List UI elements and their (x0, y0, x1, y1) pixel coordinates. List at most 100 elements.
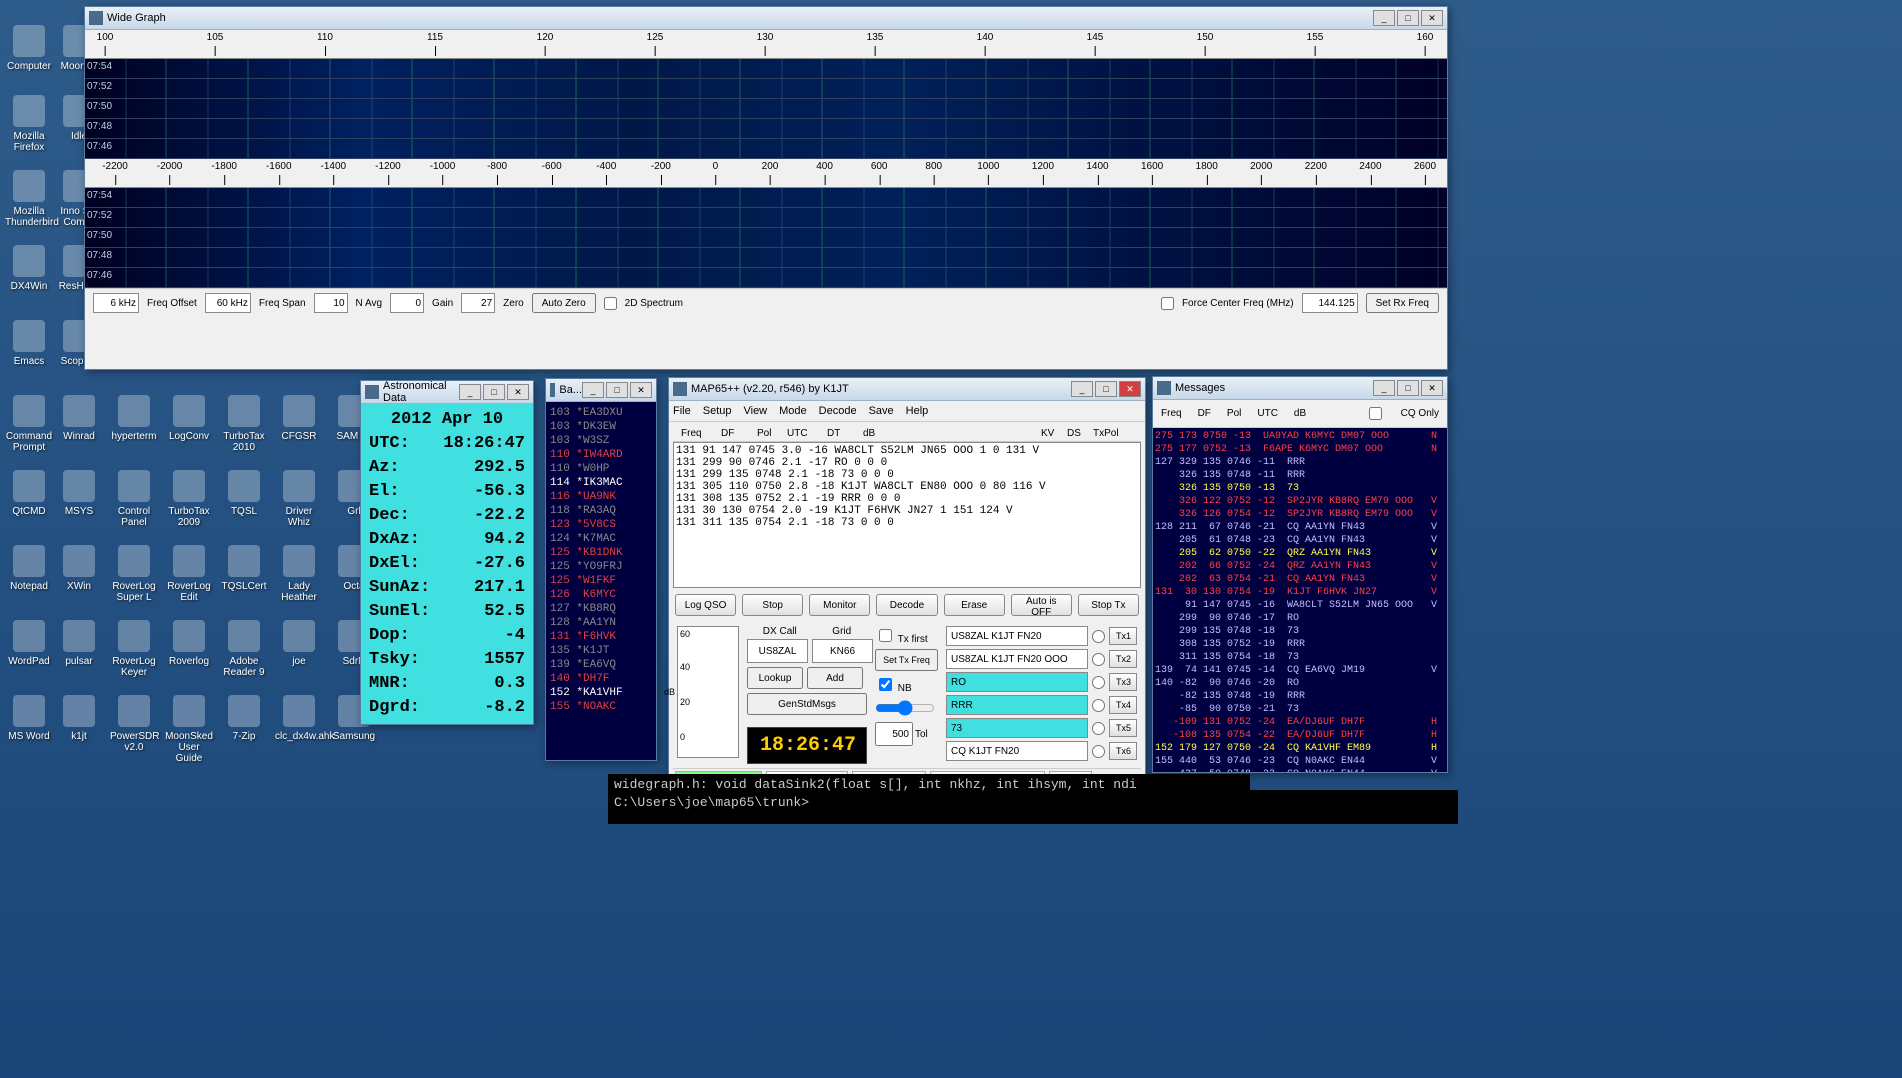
desktop-icon-roverlog[interactable]: Roverlog (165, 620, 213, 667)
log-qso-button[interactable]: Log QSO (675, 594, 736, 616)
desktop-icon-moonsked-user-guide[interactable]: MoonSked User Guide (165, 695, 213, 764)
desktop-icon-computer[interactable]: Computer (5, 25, 53, 72)
freq-offset-input[interactable] (205, 293, 251, 313)
tx-radio-4[interactable] (1092, 699, 1105, 712)
tx-msg-5[interactable] (946, 718, 1088, 738)
map65-titlebar[interactable]: MAP65++ (v2.20, r546) by K1JT _□✕ (669, 378, 1145, 401)
tx-msg-6[interactable] (946, 741, 1088, 761)
nb-checkbox[interactable] (879, 678, 892, 691)
lookup-button[interactable]: Lookup (747, 667, 803, 689)
nb-slider[interactable] (875, 700, 935, 716)
desktop-icon-msys[interactable]: MSYS (55, 470, 103, 517)
maximize-button[interactable]: □ (606, 382, 628, 398)
menu-mode[interactable]: Mode (779, 405, 807, 417)
desktop-icon-joe[interactable]: joe (275, 620, 323, 667)
desktop-icon-hyperterm[interactable]: hyperterm (110, 395, 158, 442)
tx-radio-1[interactable] (1092, 630, 1105, 643)
maximize-button[interactable]: □ (1397, 380, 1419, 396)
tx3-button[interactable]: Tx3 (1109, 673, 1137, 691)
khz-input[interactable] (93, 293, 139, 313)
tx-radio-6[interactable] (1092, 745, 1105, 758)
freq-span-input[interactable] (314, 293, 348, 313)
minimize-button[interactable]: _ (1071, 381, 1093, 397)
close-button[interactable]: ✕ (630, 382, 652, 398)
close-button[interactable]: ✕ (1421, 10, 1443, 26)
desktop-icon-roverlog-edit[interactable]: RoverLog Edit (165, 545, 213, 603)
minimize-button[interactable]: _ (582, 382, 604, 398)
band-titlebar[interactable]: Ba... _□✕ (546, 379, 656, 402)
desktop-icon-7-zip[interactable]: 7-Zip (220, 695, 268, 742)
desktop-icon-pulsar[interactable]: pulsar (55, 620, 103, 667)
desktop-icon-roverlog-super-l[interactable]: RoverLog Super L (110, 545, 158, 603)
desktop-icon-driver-whiz[interactable]: Driver Whiz (275, 470, 323, 528)
desktop-icon-qtcmd[interactable]: QtCMD (5, 470, 53, 517)
force-center-checkbox[interactable] (1161, 297, 1174, 310)
console-window-2[interactable] (1248, 790, 1458, 824)
stop-tx-button[interactable]: Stop Tx (1078, 594, 1139, 616)
menu-decode[interactable]: Decode (819, 405, 857, 417)
close-button[interactable]: ✕ (1119, 381, 1141, 397)
waterfall-upper[interactable]: 07:5407:5207:5007:4807:46 (85, 59, 1447, 159)
desktop-icon-tqsl[interactable]: TQSL (220, 470, 268, 517)
menu-help[interactable]: Help (906, 405, 929, 417)
tx-msg-1[interactable] (946, 626, 1088, 646)
close-button[interactable]: ✕ (1421, 380, 1443, 396)
set-tx-freq-button[interactable]: Set Tx Freq (875, 649, 938, 671)
desktop-icon-adobe-reader-9[interactable]: Adobe Reader 9 (220, 620, 268, 678)
desktop-icon-logconv[interactable]: LogConv (165, 395, 213, 442)
cq-only-checkbox[interactable] (1369, 407, 1382, 420)
set-rx-freq-button[interactable]: Set Rx Freq (1366, 293, 1439, 313)
tol-input[interactable] (875, 722, 913, 746)
genstdmsgs-button[interactable]: GenStdMsgs (747, 693, 867, 715)
desktop-icon-mozilla-firefox[interactable]: Mozilla Firefox (5, 95, 53, 153)
desktop-icon-clc_dx4w.ahk[interactable]: clc_dx4w.ahk (275, 695, 323, 742)
tx6-button[interactable]: Tx6 (1109, 742, 1137, 760)
monitor-button[interactable]: Monitor (809, 594, 870, 616)
desktop-icon-xwin[interactable]: XWin (55, 545, 103, 592)
tx-first-checkbox[interactable] (879, 629, 892, 642)
decode-button[interactable]: Decode (876, 594, 937, 616)
menu-view[interactable]: View (743, 405, 767, 417)
tx-radio-2[interactable] (1092, 653, 1105, 666)
menu-file[interactable]: File (673, 405, 691, 417)
tx-msg-2[interactable] (946, 649, 1088, 669)
desktop-icon-wordpad[interactable]: WordPad (5, 620, 53, 667)
2d-spectrum-checkbox[interactable] (604, 297, 617, 310)
desktop-icon-roverlog-keyer[interactable]: RoverLog Keyer (110, 620, 158, 678)
tx-msg-4[interactable] (946, 695, 1088, 715)
waterfall-lower[interactable]: 07:5407:5207:5007:4807:46 (85, 188, 1447, 288)
astro-titlebar[interactable]: Astronomical Data _□✕ (361, 381, 533, 404)
desktop-icon-cfgsr[interactable]: CFGSR (275, 395, 323, 442)
tx5-button[interactable]: Tx5 (1109, 719, 1137, 737)
tx1-button[interactable]: Tx1 (1109, 627, 1137, 645)
minimize-button[interactable]: _ (1373, 10, 1395, 26)
desktop-icon-k1jt[interactable]: k1jt (55, 695, 103, 742)
tx2-button[interactable]: Tx2 (1109, 650, 1137, 668)
tx-radio-3[interactable] (1092, 676, 1105, 689)
tx4-button[interactable]: Tx4 (1109, 696, 1137, 714)
desktop-icon-emacs[interactable]: Emacs (5, 320, 53, 367)
maximize-button[interactable]: □ (483, 384, 505, 400)
desktop-icon-dx4win[interactable]: DX4Win (5, 245, 53, 292)
desktop-icon-turbotax-2009[interactable]: TurboTax 2009 (165, 470, 213, 528)
decode-text[interactable]: 131 91 147 0745 3.0 -16 WA8CLT S52LM JN6… (673, 442, 1141, 588)
desktop-icon-ms-word[interactable]: MS Word (5, 695, 53, 742)
erase-button[interactable]: Erase (944, 594, 1005, 616)
tx-msg-3[interactable] (946, 672, 1088, 692)
auto-button[interactable]: Auto is OFF (1011, 594, 1072, 616)
maximize-button[interactable]: □ (1095, 381, 1117, 397)
messages-titlebar[interactable]: Messages _□✕ (1153, 377, 1447, 400)
desktop-icon-mozilla-thunderbird[interactable]: Mozilla Thunderbird (5, 170, 53, 228)
desktop-icon-command-prompt[interactable]: Command Prompt (5, 395, 53, 453)
stop-button[interactable]: Stop (742, 594, 803, 616)
desktop-icon-powersdr-v2.0[interactable]: PowerSDR v2.0 (110, 695, 158, 753)
dx-call-input[interactable] (747, 639, 808, 663)
gain-input[interactable] (461, 293, 495, 313)
band-list[interactable]: 103 *EA3DXU103 *DK3EW103 *W3SZ110 *IW4AR… (546, 402, 656, 760)
minimize-button[interactable]: _ (459, 384, 481, 400)
desktop-icon-control-panel[interactable]: Control Panel (110, 470, 158, 528)
tx-radio-5[interactable] (1092, 722, 1105, 735)
wide-graph-titlebar[interactable]: Wide Graph _ □ ✕ (85, 7, 1447, 30)
auto-zero-button[interactable]: Auto Zero (532, 293, 596, 313)
close-button[interactable]: ✕ (507, 384, 529, 400)
